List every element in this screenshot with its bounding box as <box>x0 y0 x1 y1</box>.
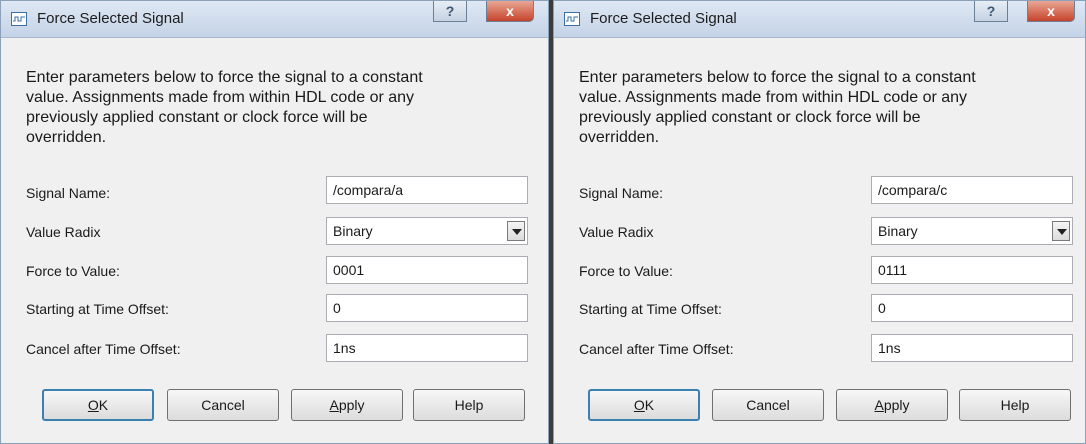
help-title-button[interactable]: ? <box>974 1 1008 22</box>
cancel-button[interactable]: Cancel <box>712 389 824 421</box>
start-offset-input[interactable]: 0 <box>871 294 1073 322</box>
question-mark-icon: ? <box>986 3 996 19</box>
description-line: overridden. <box>579 129 660 146</box>
description-line: Enter parameters below to force the sign… <box>26 69 423 86</box>
description-text: Enter parameters below to force the sign… <box>26 68 423 148</box>
waveform-app-icon <box>564 12 580 26</box>
value-radix-label: Value Radix <box>579 224 654 240</box>
force-signal-dialog-left: Force Selected Signal ? x Enter paramete… <box>0 0 549 444</box>
apply-mnemonic: A <box>329 397 339 413</box>
dialog-title: Force Selected Signal <box>590 10 737 27</box>
force-value-input[interactable]: 0001 <box>326 256 528 284</box>
force-value-label: Force to Value: <box>26 263 120 279</box>
dropdown-arrow-icon[interactable] <box>1052 221 1070 241</box>
description-line: previously applied constant or clock for… <box>26 109 368 126</box>
cancel-offset-input[interactable]: 1ns <box>326 334 528 362</box>
ok-label: K <box>644 397 655 413</box>
title-bar[interactable]: Force Selected Signal ? x <box>1 1 548 38</box>
apply-label: pply <box>883 397 910 413</box>
apply-label: pply <box>338 397 365 413</box>
apply-button[interactable]: Apply <box>291 389 403 421</box>
value-radix-selected: Binary <box>333 223 373 239</box>
title-bar[interactable]: Force Selected Signal ? x <box>554 1 1085 38</box>
help-button[interactable]: Help <box>413 389 525 421</box>
ok-mnemonic: O <box>87 397 99 413</box>
dialog-title: Force Selected Signal <box>37 10 184 27</box>
apply-button[interactable]: Apply <box>836 389 948 421</box>
force-value-label: Force to Value: <box>579 263 673 279</box>
cancel-offset-label: Cancel after Time Offset: <box>579 341 734 357</box>
question-mark-icon: ? <box>445 3 455 19</box>
close-icon: x <box>506 3 514 19</box>
ok-button[interactable]: OK <box>42 389 154 421</box>
cancel-offset-label: Cancel after Time Offset: <box>26 341 181 357</box>
description-line: Enter parameters below to force the sign… <box>579 69 976 86</box>
value-radix-select[interactable]: Binary <box>871 217 1073 245</box>
force-value-input[interactable]: 0111 <box>871 256 1073 284</box>
help-button[interactable]: Help <box>959 389 1071 421</box>
description-line: value. Assignments made from within HDL … <box>579 89 968 106</box>
dropdown-arrow-icon[interactable] <box>507 221 525 241</box>
value-radix-label: Value Radix <box>26 224 101 240</box>
ok-button[interactable]: OK <box>588 389 700 421</box>
dialog-body: Enter parameters below to force the sign… <box>562 38 1077 435</box>
start-offset-label: Starting at Time Offset: <box>579 301 722 317</box>
description-text: Enter parameters below to force the sign… <box>579 68 976 148</box>
help-title-button[interactable]: ? <box>433 1 467 22</box>
description-line: value. Assignments made from within HDL … <box>26 89 415 106</box>
value-radix-select[interactable]: Binary <box>326 217 528 245</box>
dialog-body: Enter parameters below to force the sign… <box>9 38 540 435</box>
signal-name-input[interactable]: /compara/a <box>326 176 528 204</box>
cancel-button[interactable]: Cancel <box>167 389 279 421</box>
description-line: overridden. <box>26 129 107 146</box>
start-offset-input[interactable]: 0 <box>326 294 528 322</box>
signal-name-input[interactable]: /compara/c <box>871 176 1073 204</box>
apply-mnemonic: A <box>874 397 884 413</box>
signal-name-label: Signal Name: <box>579 185 664 201</box>
ok-label: K <box>98 397 109 413</box>
description-line: previously applied constant or clock for… <box>579 109 921 126</box>
start-offset-label: Starting at Time Offset: <box>26 301 169 317</box>
force-signal-dialog-right: Force Selected Signal ? x Enter paramete… <box>553 0 1086 444</box>
close-icon: x <box>1047 3 1055 19</box>
waveform-app-icon <box>11 12 27 26</box>
ok-mnemonic: O <box>633 397 645 413</box>
close-button[interactable]: x <box>1027 1 1075 22</box>
close-button[interactable]: x <box>486 1 534 22</box>
signal-name-label: Signal Name: <box>26 185 111 201</box>
value-radix-selected: Binary <box>878 223 918 239</box>
cancel-offset-input[interactable]: 1ns <box>871 334 1073 362</box>
